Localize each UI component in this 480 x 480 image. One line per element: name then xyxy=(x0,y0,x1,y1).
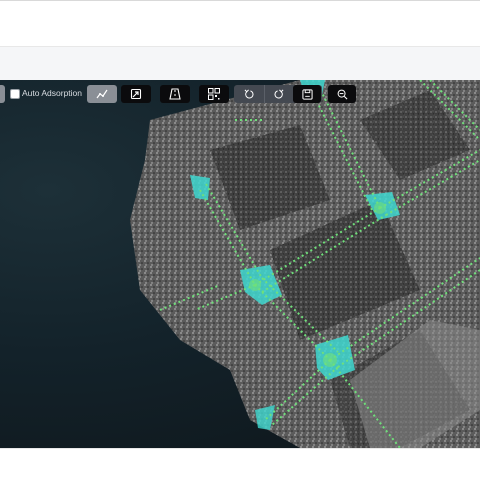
save-button[interactable] xyxy=(293,85,321,103)
edit-tool-button[interactable] xyxy=(121,85,151,103)
redo-button[interactable] xyxy=(265,85,292,103)
road-icon xyxy=(169,88,181,100)
undo-icon xyxy=(244,89,255,100)
toolbar-left-button[interactable] xyxy=(0,85,5,103)
save-icon xyxy=(301,88,313,100)
bottom-bar xyxy=(0,448,480,480)
polyline-draw-icon xyxy=(96,88,108,100)
auto-adsorption-checkbox[interactable] xyxy=(10,89,20,99)
zoom-out-button[interactable] xyxy=(328,85,356,103)
undo-button[interactable] xyxy=(236,85,263,103)
arrow-edit-icon xyxy=(130,88,142,100)
point-cloud-map[interactable] xyxy=(0,80,480,448)
sub-header-bar xyxy=(0,46,480,80)
auto-adsorption-label: Auto Adsorption xyxy=(22,88,83,98)
grid-tool-button[interactable] xyxy=(199,85,229,103)
redo-icon xyxy=(273,89,284,100)
polyline-tool-button[interactable] xyxy=(87,85,117,103)
zoom-out-icon xyxy=(337,89,348,100)
top-header-bar xyxy=(0,0,480,46)
point-cloud-viewer[interactable]: Auto Adsorption xyxy=(0,80,480,448)
road-tool-button[interactable] xyxy=(160,85,190,103)
qr-grid-icon xyxy=(208,88,220,100)
